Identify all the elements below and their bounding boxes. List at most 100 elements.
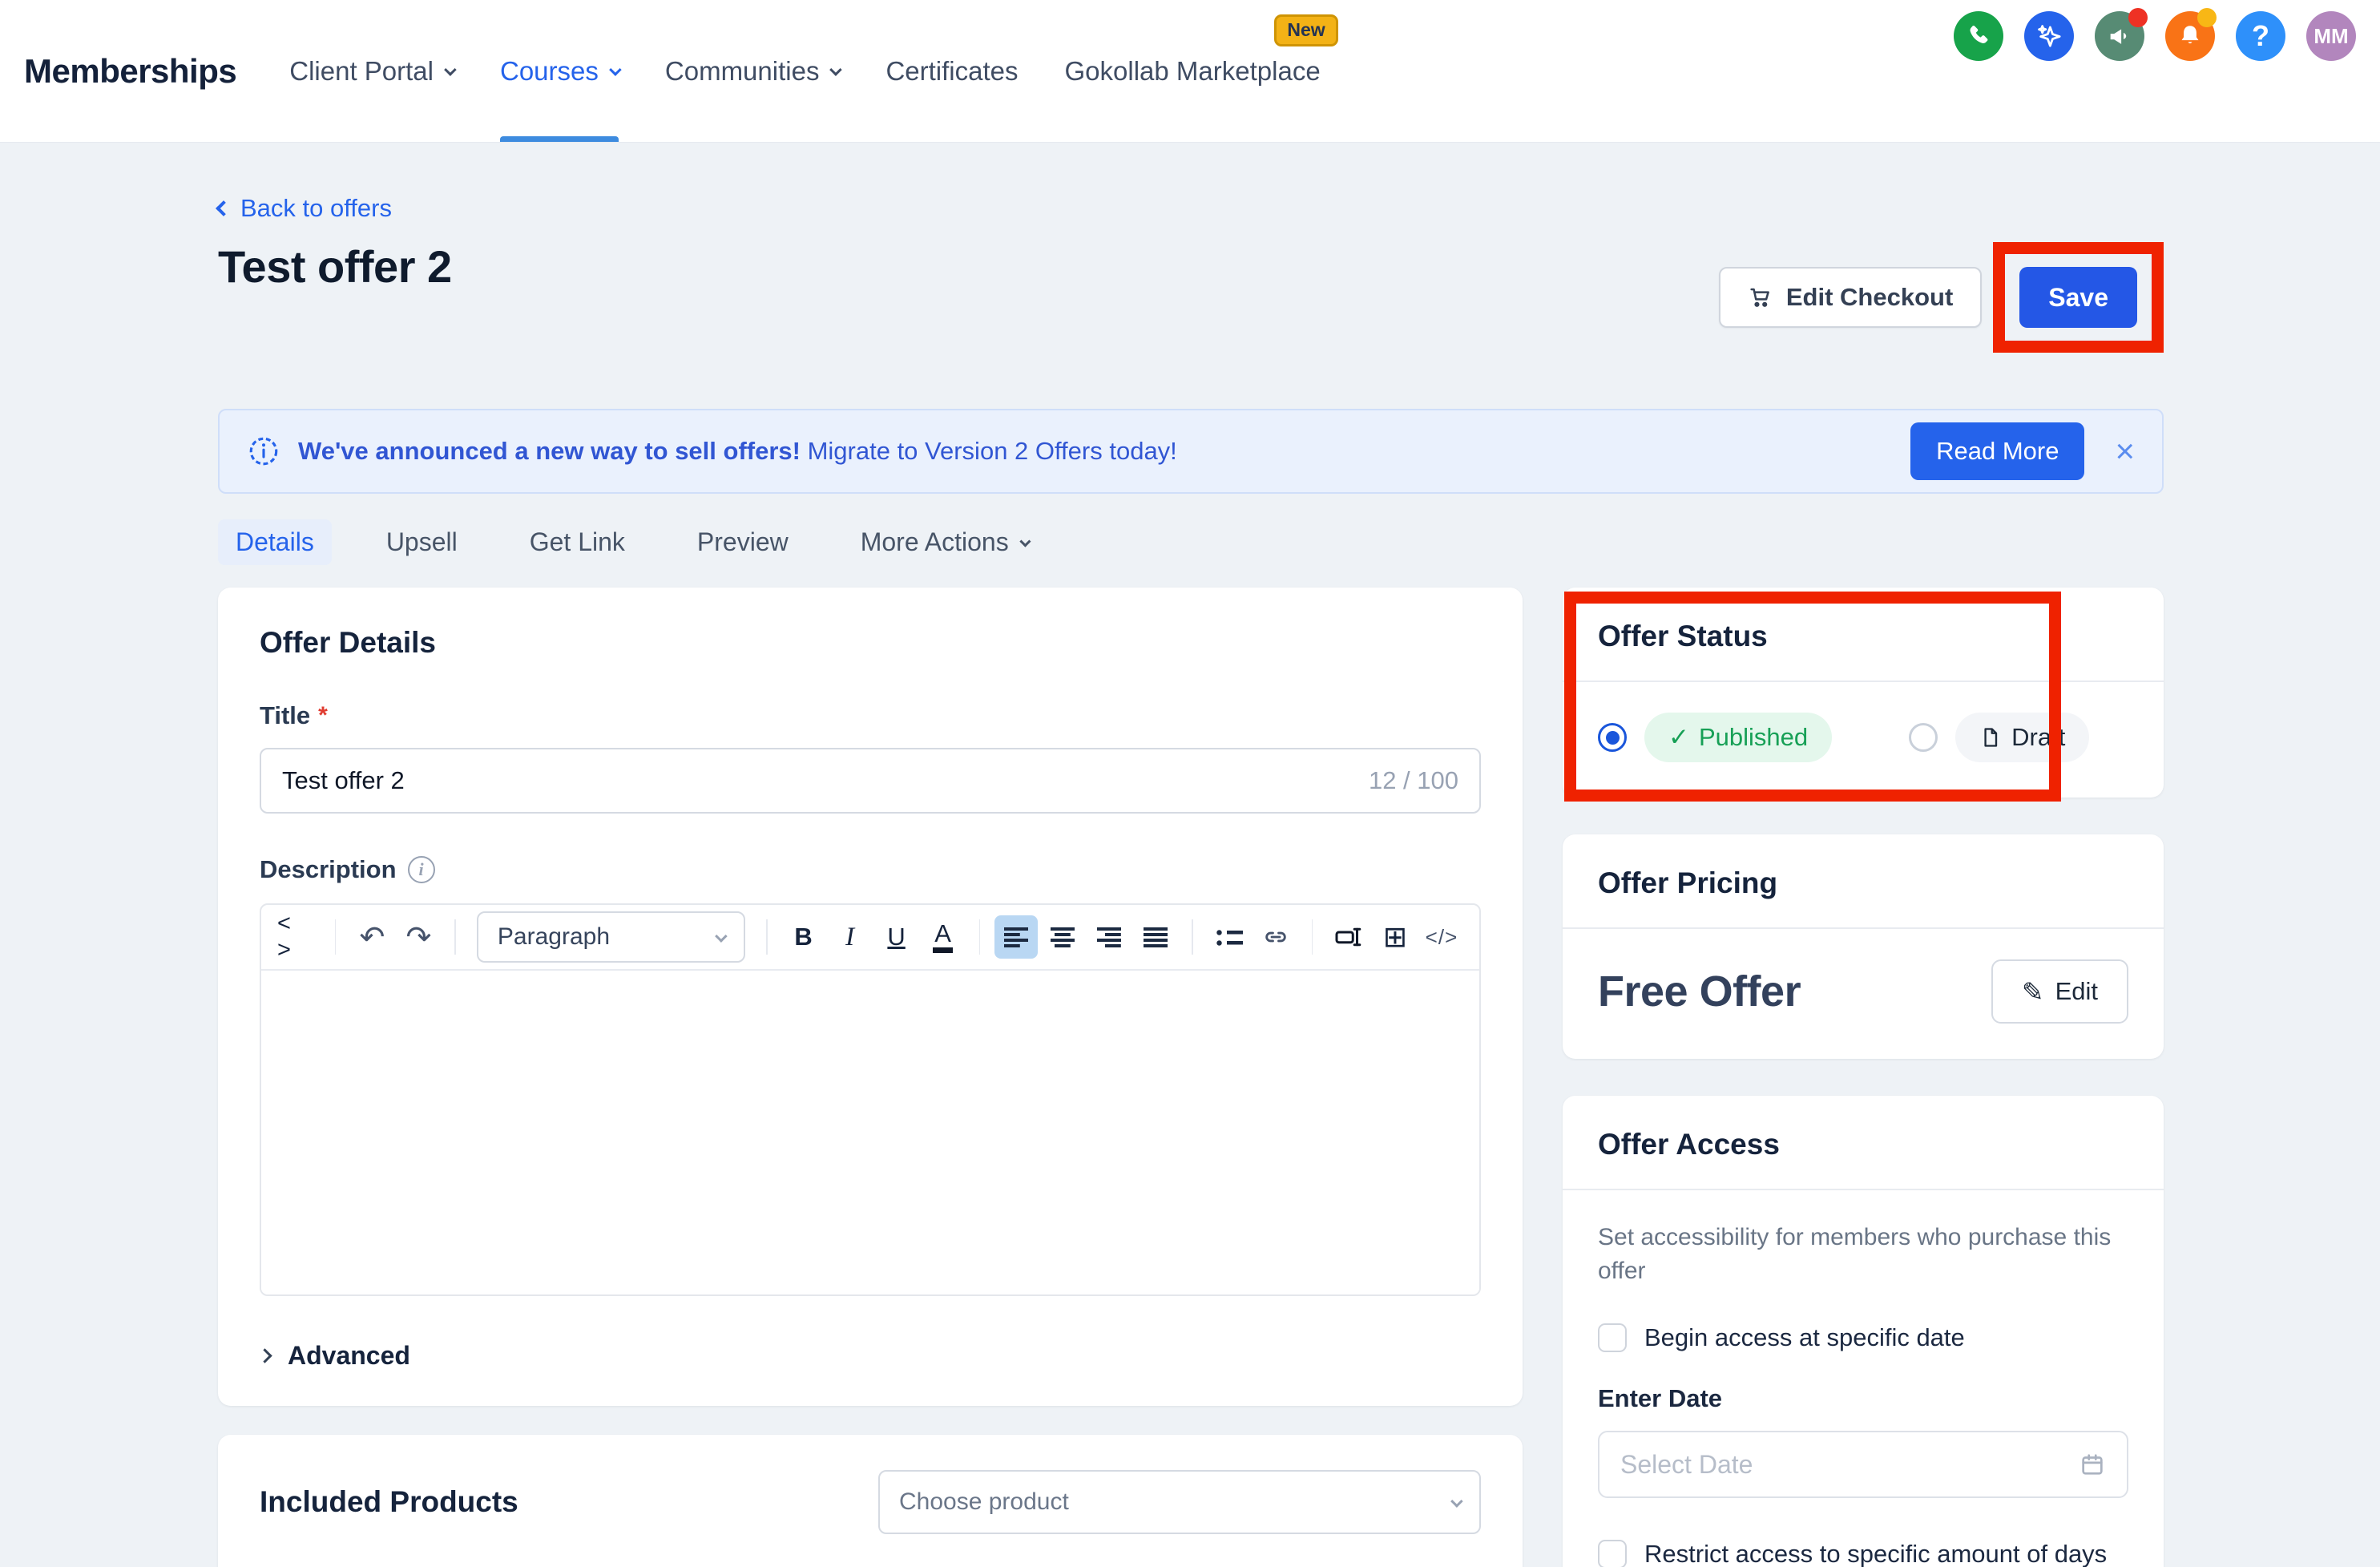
italic-button[interactable]: I	[829, 915, 872, 959]
description-label: Description i	[260, 855, 1481, 884]
align-justify-button[interactable]	[1134, 915, 1177, 959]
toolbar-divider	[1312, 919, 1313, 955]
select-date-input[interactable]: Select Date	[1598, 1431, 2128, 1498]
tab-details[interactable]: Details	[218, 519, 332, 565]
tab-get-link[interactable]: Get Link	[512, 519, 643, 565]
nav-courses[interactable]: Courses	[500, 0, 619, 142]
draft-radio[interactable]	[1909, 723, 1938, 752]
align-center-button[interactable]	[1041, 915, 1084, 959]
align-justify-icon	[1144, 927, 1168, 947]
begin-access-checkbox-row[interactable]: Begin access at specific date	[1598, 1323, 2128, 1352]
bold-button[interactable]: B	[782, 915, 825, 959]
toolbar-divider	[454, 919, 455, 955]
back-to-offers-link[interactable]: Back to offers	[218, 194, 392, 223]
announcement-banner: We've announced a new way to sell offers…	[218, 409, 2164, 494]
published-radio[interactable]	[1598, 723, 1627, 752]
bell-glyph	[2176, 22, 2204, 50]
undo-icon[interactable]: ↶	[350, 915, 393, 959]
nav-certificates[interactable]: Certificates	[885, 0, 1018, 142]
code-view-icon[interactable]: < >	[277, 915, 321, 959]
chevron-right-icon	[257, 1348, 272, 1363]
save-button[interactable]: Save	[2019, 267, 2137, 328]
custom-field-button[interactable]	[1327, 915, 1370, 959]
tab-preview[interactable]: Preview	[680, 519, 806, 565]
page-title: Test offer 2	[218, 240, 452, 293]
restrict-access-checkbox-row[interactable]: Restrict access to specific amount of da…	[1598, 1540, 2128, 1567]
included-products-card: Included Products Choose product	[218, 1435, 1523, 1567]
offer-status-card: Offer Status ✓ Published Draft	[1563, 588, 2164, 798]
annotation-box-save: Save	[1993, 242, 2164, 353]
required-asterisk: *	[318, 702, 328, 729]
editor-toolbar: < > ↶ ↷ Paragraph B I U A	[261, 905, 1479, 971]
toolbar-divider	[335, 919, 336, 955]
offer-status-heading: Offer Status	[1598, 620, 2128, 653]
app-title: Memberships	[24, 52, 236, 91]
align-center-icon	[1051, 927, 1075, 947]
offer-tabs: Details Upsell Get Link Preview More Act…	[218, 519, 2164, 565]
draft-badge[interactable]: Draft	[1955, 713, 2089, 762]
nav-client-portal[interactable]: Client Portal	[289, 0, 454, 142]
align-left-button[interactable]	[994, 915, 1038, 959]
sparkles-glyph	[2035, 22, 2063, 50]
active-tab-underline	[500, 136, 619, 142]
notification-dot	[2197, 8, 2217, 27]
title-input[interactable]: Test offer 2 12 / 100	[260, 748, 1481, 814]
cart-icon	[1748, 285, 1773, 310]
align-right-button[interactable]	[1087, 915, 1131, 959]
begin-access-checkbox[interactable]	[1598, 1323, 1627, 1352]
offer-access-heading: Offer Access	[1598, 1128, 2128, 1161]
nav-items: Client Portal Courses Communities Certif…	[289, 0, 1320, 142]
read-more-button[interactable]: Read More	[1910, 422, 2084, 480]
enter-date-label: Enter Date	[1598, 1384, 2128, 1413]
description-rich-text-editor: < > ↶ ↷ Paragraph B I U A	[260, 903, 1481, 1296]
title-label: Title *	[260, 701, 1481, 730]
underline-button[interactable]: U	[875, 915, 918, 959]
align-right-icon	[1097, 927, 1121, 947]
chevron-down-icon	[1450, 1495, 1463, 1508]
close-icon[interactable]: ×	[2115, 434, 2135, 468]
toolbar-divider	[766, 919, 767, 955]
avatar[interactable]: MM	[2306, 11, 2356, 61]
pencil-icon: ✎	[2022, 976, 2044, 1008]
bullet-list-button[interactable]	[1208, 915, 1251, 959]
offer-details-heading: Offer Details	[260, 626, 1481, 660]
table-button[interactable]: ⊞	[1374, 915, 1417, 959]
help-icon[interactable]: ?	[2236, 11, 2285, 61]
description-editor-body[interactable]	[261, 971, 1479, 1294]
source-code-button[interactable]: </>	[1420, 915, 1463, 959]
advanced-expander[interactable]: Advanced	[260, 1341, 1481, 1371]
nav-communities[interactable]: Communities	[665, 0, 840, 142]
toolbar-divider	[979, 919, 980, 955]
tab-more-actions[interactable]: More Actions	[843, 519, 1046, 565]
text-color-button[interactable]: A	[922, 915, 965, 959]
published-badge[interactable]: ✓ Published	[1644, 713, 1832, 762]
phone-glyph	[1966, 23, 1991, 49]
ai-sparkles-icon[interactable]	[2024, 11, 2074, 61]
edit-checkout-button[interactable]: Edit Checkout	[1719, 267, 1982, 328]
choose-product-select[interactable]: Choose product	[878, 1470, 1481, 1534]
edit-pricing-button[interactable]: ✎ Edit	[1991, 959, 2128, 1024]
tab-upsell[interactable]: Upsell	[369, 519, 475, 565]
redo-icon[interactable]: ↷	[397, 915, 440, 959]
page-body: Back to offers Test offer 2 Edit Checkou…	[0, 143, 2380, 1567]
chevron-down-icon	[715, 930, 728, 943]
offer-access-description: Set accessibility for members who purcha…	[1598, 1221, 2128, 1288]
check-icon: ✓	[1668, 723, 1689, 752]
pricing-value: Free Offer	[1598, 967, 1801, 1016]
paragraph-style-select[interactable]: Paragraph	[477, 911, 745, 963]
chevron-down-icon	[609, 63, 622, 76]
char-counter: 12 / 100	[1369, 766, 1458, 795]
megaphone-glyph	[2106, 22, 2133, 50]
link-button[interactable]	[1254, 915, 1297, 959]
announcement-icon[interactable]	[2095, 11, 2144, 61]
restrict-access-checkbox[interactable]	[1598, 1540, 1627, 1567]
chevron-left-icon	[216, 200, 232, 216]
nav-gokollab-marketplace[interactable]: Gokollab Marketplace New	[1065, 0, 1321, 142]
phone-icon[interactable]	[1954, 11, 2003, 61]
link-icon	[1262, 923, 1289, 951]
offer-pricing-card: Offer Pricing Free Offer ✎ Edit	[1563, 834, 2164, 1059]
new-badge: New	[1274, 14, 1337, 46]
info-icon: i	[408, 856, 435, 883]
text-field-icon	[1334, 923, 1363, 951]
notifications-bell-icon[interactable]	[2165, 11, 2215, 61]
